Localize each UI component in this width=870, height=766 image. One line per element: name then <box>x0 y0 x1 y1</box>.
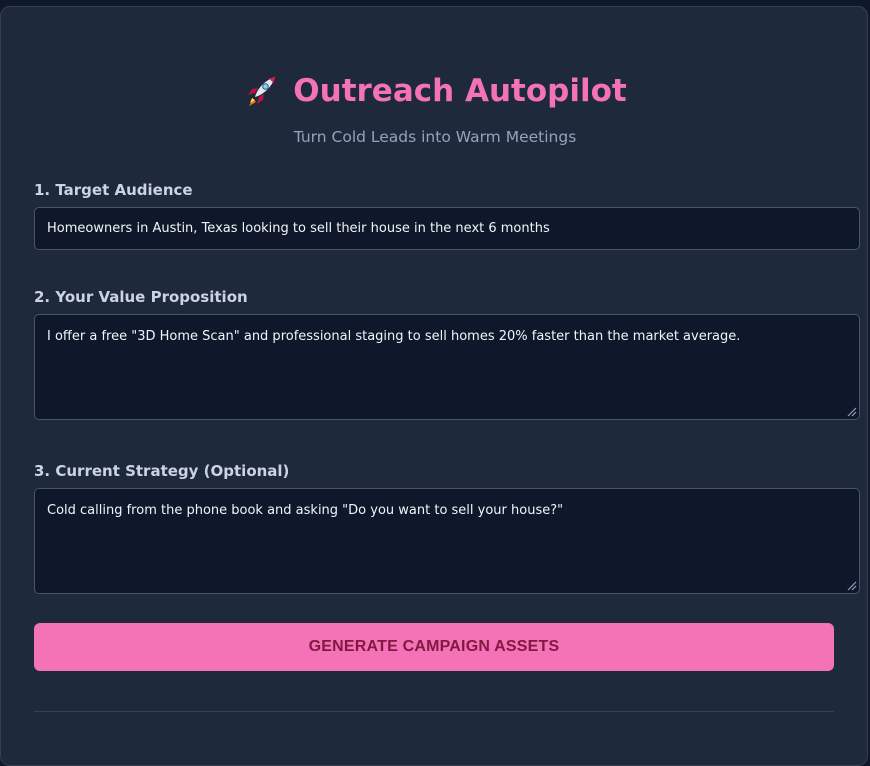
page-subtitle: Turn Cold Leads into Warm Meetings <box>293 128 577 146</box>
resize-handle-icon[interactable] <box>847 581 857 591</box>
rocket-icon <box>243 73 279 109</box>
audience-input[interactable] <box>34 207 860 250</box>
audience-label: 1. Target Audience <box>34 181 193 199</box>
title-text: Outreach Autopilot <box>293 73 627 109</box>
section-divider <box>34 711 834 712</box>
generate-campaign-button[interactable]: GENERATE CAMPAIGN ASSETS <box>34 623 834 671</box>
value-prop-textarea[interactable]: I offer a free "3D Home Scan" and profes… <box>34 314 860 420</box>
resize-handle-icon[interactable] <box>847 407 857 417</box>
page-title: Outreach Autopilot <box>0 68 870 114</box>
value-prop-label: 2. Your Value Proposition <box>34 288 248 306</box>
strategy-label: 3. Current Strategy (Optional) <box>34 462 290 480</box>
strategy-textarea[interactable]: Cold calling from the phone book and ask… <box>34 488 860 594</box>
